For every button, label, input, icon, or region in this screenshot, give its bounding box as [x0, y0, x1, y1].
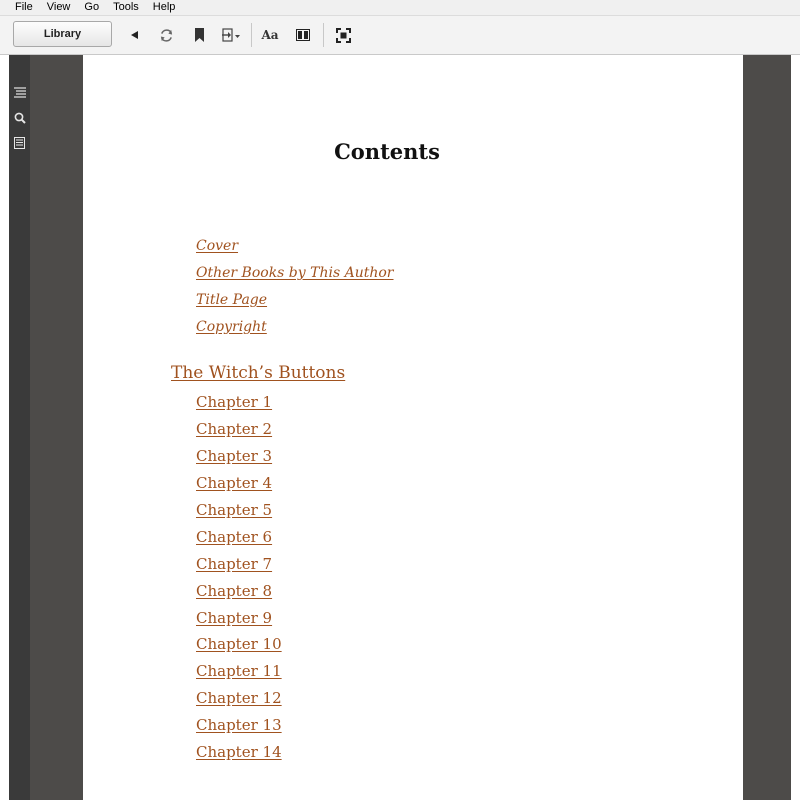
- menu-tools[interactable]: Tools: [106, 0, 146, 15]
- toc-link-chapter[interactable]: Chapter 8: [196, 582, 272, 600]
- menu-view[interactable]: View: [40, 0, 78, 15]
- search-icon[interactable]: [12, 110, 27, 125]
- toc-link-chapter[interactable]: Chapter 4: [196, 474, 272, 492]
- menu-go[interactable]: Go: [77, 0, 106, 15]
- toc-link-chapter[interactable]: Chapter 13: [196, 716, 282, 734]
- toc-link-chapter[interactable]: Chapter 5: [196, 501, 272, 519]
- toc-link-chapter[interactable]: Chapter 1: [196, 393, 272, 411]
- toolbar-divider: [251, 23, 252, 47]
- toc-link-chapter[interactable]: Chapter 2: [196, 420, 272, 438]
- toc-link-chapter[interactable]: Chapter 14: [196, 743, 282, 761]
- page-title: Contents: [334, 139, 440, 164]
- toc-link-chapter[interactable]: Chapter 11: [196, 662, 282, 680]
- toc-link-chapter[interactable]: Chapter 12: [196, 689, 282, 707]
- toc-link-chapter[interactable]: Chapter 10: [196, 635, 282, 653]
- toc-link-chapter[interactable]: Chapter 6: [196, 528, 272, 546]
- menu-file[interactable]: File: [0, 0, 40, 15]
- side-panel: [9, 55, 30, 800]
- bookmark-icon[interactable]: [189, 25, 209, 45]
- window-edge: [791, 55, 800, 800]
- toolbar-divider: [323, 23, 324, 47]
- sync-icon[interactable]: [156, 25, 176, 45]
- font-size-icon[interactable]: Aa: [260, 25, 280, 45]
- fullscreen-icon[interactable]: [333, 25, 353, 45]
- table-of-contents-icon[interactable]: [12, 85, 27, 100]
- toc-link-cover[interactable]: Cover: [196, 238, 238, 254]
- menu-help[interactable]: Help: [146, 0, 183, 15]
- book-page: Contents Cover Other Books by This Autho…: [83, 55, 743, 800]
- toc-link-title-page[interactable]: Title Page: [196, 292, 267, 308]
- back-icon[interactable]: [124, 25, 144, 45]
- reader-gutter-left: [30, 55, 83, 800]
- toc-link-chapter[interactable]: Chapter 3: [196, 447, 272, 465]
- library-button[interactable]: Library: [13, 21, 112, 47]
- toc-link-chapter[interactable]: Chapter 7: [196, 555, 272, 573]
- toc-link-other-books[interactable]: Other Books by This Author: [196, 265, 394, 281]
- toc-link-chapter[interactable]: Chapter 9: [196, 609, 272, 627]
- bookmarks-panel-icon[interactable]: [12, 135, 27, 150]
- toc-link-copyright[interactable]: Copyright: [196, 319, 267, 335]
- goto-menu-icon[interactable]: [221, 25, 243, 45]
- menu-bar: File View Go Tools Help: [0, 0, 800, 16]
- toc-link-part[interactable]: The Witch’s Buttons: [171, 363, 345, 383]
- reader-gutter-right: [743, 55, 791, 800]
- reference-mode-icon[interactable]: [293, 25, 313, 45]
- toolbar: Library Aa: [0, 16, 800, 55]
